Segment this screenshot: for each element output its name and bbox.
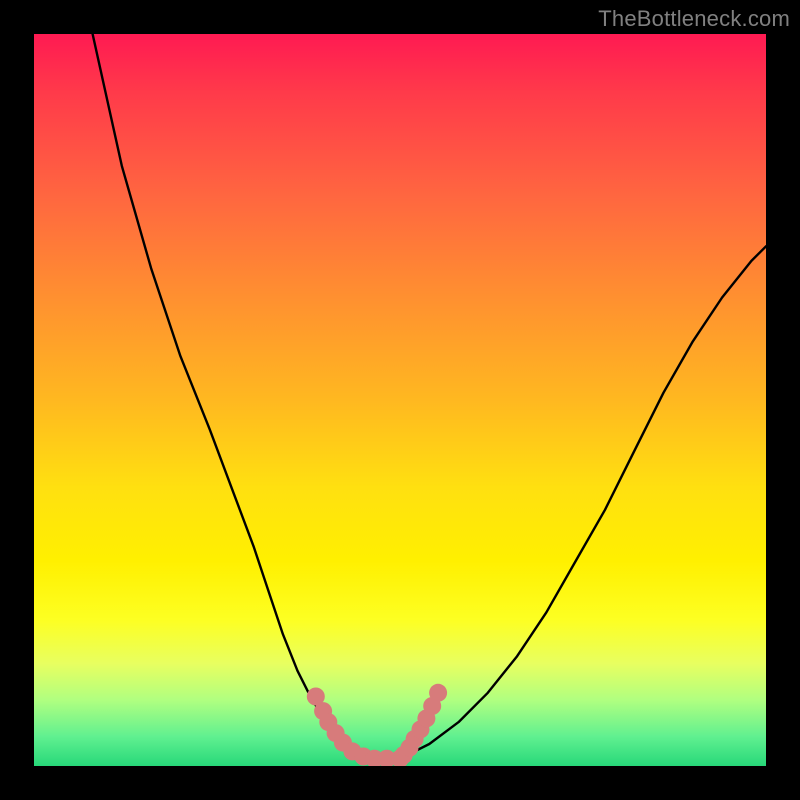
chart-svg (34, 34, 766, 766)
plot-area (34, 34, 766, 766)
curve-layer (93, 34, 766, 762)
watermark-text: TheBottleneck.com (598, 6, 790, 32)
marker-dot (429, 684, 447, 702)
right-curve (400, 246, 766, 758)
outer-frame: TheBottleneck.com (0, 0, 800, 800)
marker-layer (307, 684, 447, 766)
left-curve (93, 34, 371, 759)
